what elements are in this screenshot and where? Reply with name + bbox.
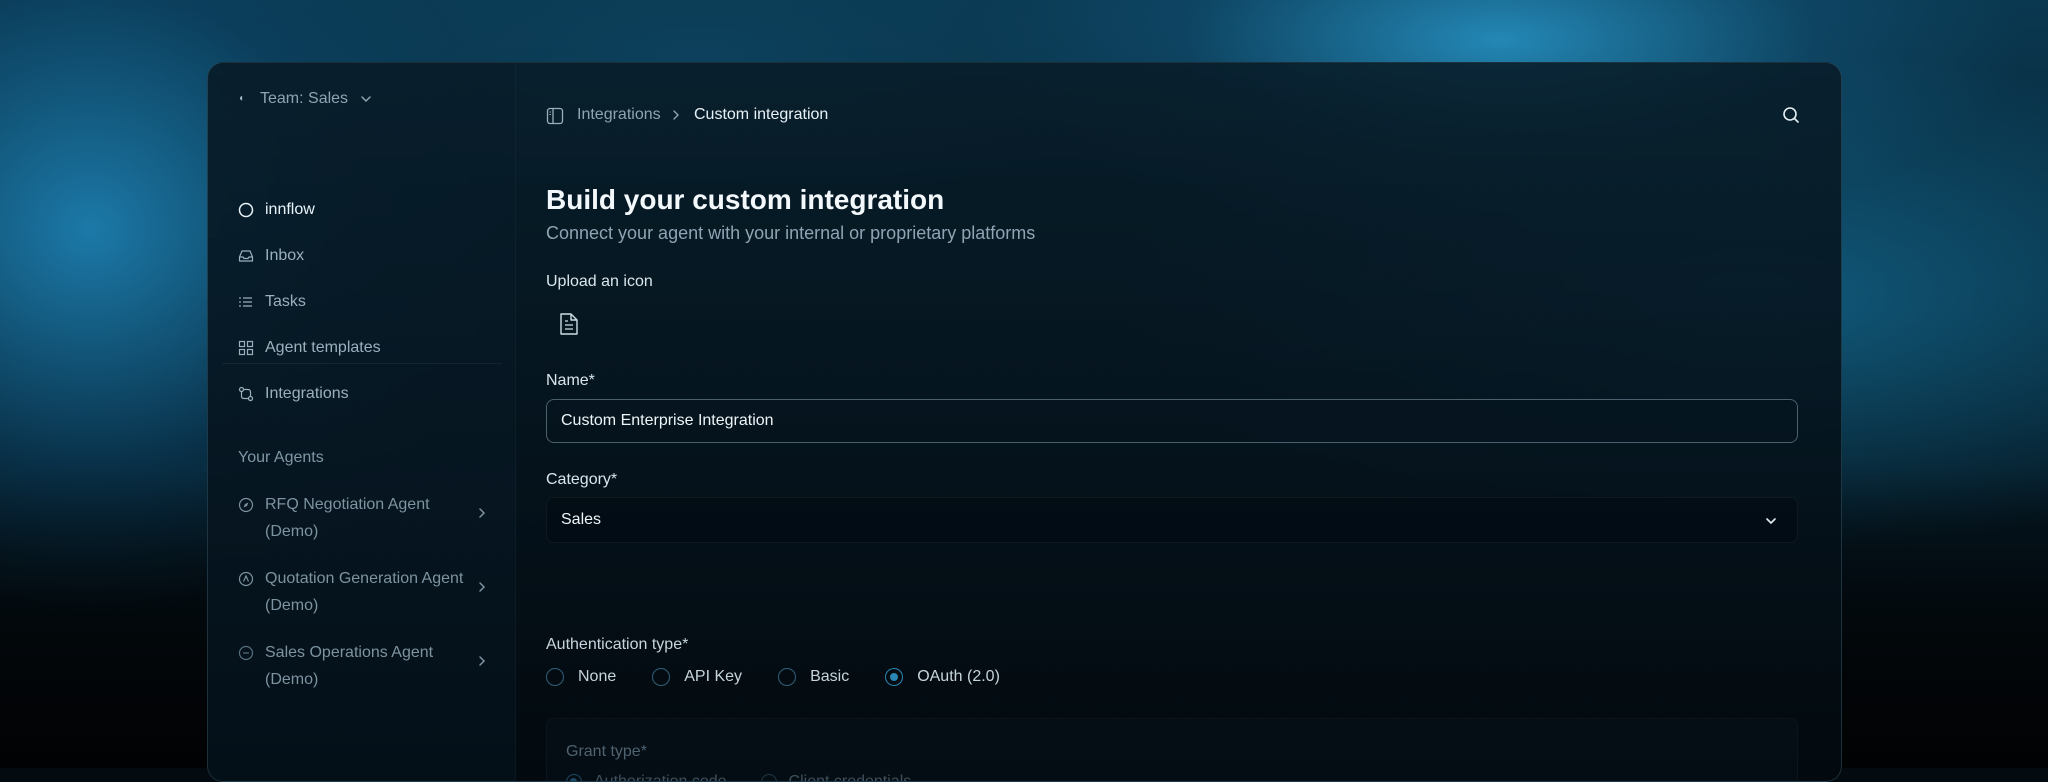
agents-section-label: Your Agents bbox=[238, 449, 324, 466]
auth-option-label: None bbox=[578, 668, 617, 685]
sidebar-item-innflow[interactable]: innflow bbox=[238, 198, 315, 222]
sidebar-item-label: Inbox bbox=[265, 247, 305, 264]
grant-option-label: Authorization code bbox=[594, 773, 727, 782]
sidebar-toggle-icon[interactable] bbox=[546, 107, 564, 125]
auth-option-label: OAuth (2.0) bbox=[917, 668, 1000, 685]
chevron-right-icon bbox=[479, 508, 486, 518]
radio-circle bbox=[652, 668, 671, 686]
auth-option-basic[interactable]: Basic bbox=[778, 668, 849, 686]
chevron-right-icon bbox=[479, 582, 486, 592]
chevron-right-icon bbox=[479, 656, 486, 666]
file-text-icon bbox=[560, 313, 578, 335]
radio-circle-selected bbox=[566, 774, 582, 781]
team-label: Team: Sales bbox=[260, 90, 349, 107]
upload-icon-button[interactable] bbox=[546, 301, 592, 347]
grant-type-panel: Grant type* Authorization code Client cr… bbox=[546, 718, 1798, 782]
chevron-right-icon bbox=[673, 110, 679, 120]
chevron-down-icon bbox=[361, 96, 371, 103]
category-value: Sales bbox=[561, 511, 602, 528]
auth-option-oauth[interactable]: OAuth (2.0) bbox=[885, 668, 1000, 686]
auth-option-api-key[interactable]: API Key bbox=[652, 668, 742, 686]
grant-option-client-credentials[interactable]: Client credentials bbox=[760, 773, 912, 782]
grant-type-radio-group: Authorization code Client credentials bbox=[566, 773, 945, 782]
auth-option-label: Basic bbox=[810, 668, 850, 685]
auth-type-label: Authentication type* bbox=[546, 636, 689, 653]
page-subtitle: Connect your agent with your internal or… bbox=[546, 223, 1036, 243]
breadcrumb-parent[interactable]: Integrations bbox=[577, 106, 661, 124]
name-field[interactable] bbox=[546, 399, 1798, 443]
agent-item-sales-operations[interactable]: Sales Operations Agent (Demo) bbox=[238, 639, 488, 693]
top-bar: Integrations Custom integration bbox=[516, 63, 1841, 153]
grid-icon bbox=[238, 340, 254, 356]
circle-icon bbox=[238, 202, 254, 218]
name-label: Name* bbox=[546, 372, 595, 389]
sidebar: ◖ Team: Sales innflow Inbox Tasks Agent … bbox=[208, 63, 516, 781]
auth-option-label: API Key bbox=[684, 668, 743, 685]
breadcrumb-current: Custom integration bbox=[694, 106, 829, 123]
sidebar-item-integrations[interactable]: Integrations bbox=[238, 382, 349, 406]
radio-circle-selected bbox=[885, 668, 904, 686]
list-icon bbox=[239, 297, 252, 307]
sidebar-item-label: Integrations bbox=[265, 385, 349, 402]
main-content: Integrations Custom integration Build yo… bbox=[516, 63, 1841, 781]
auth-type-radio-group: None API Key Basic OAuth (2.0) bbox=[546, 668, 1036, 686]
radio-circle bbox=[546, 668, 564, 686]
sidebar-item-label: Tasks bbox=[265, 293, 306, 310]
auth-option-none[interactable]: None bbox=[546, 668, 616, 686]
category-select[interactable]: Sales bbox=[546, 497, 1798, 543]
team-switcher[interactable]: ◖ Team: Sales bbox=[238, 90, 372, 108]
grant-type-label: Grant type* bbox=[566, 743, 647, 760]
dashed-circle-icon bbox=[238, 645, 254, 661]
page-title: Build your custom integration bbox=[546, 184, 945, 215]
sidebar-item-tasks[interactable]: Tasks bbox=[238, 290, 306, 314]
agent-name: RFQ Negotiation Agent (Demo) bbox=[265, 496, 430, 540]
category-label: Category* bbox=[546, 471, 618, 488]
compass-icon bbox=[238, 497, 254, 513]
sidebar-item-inbox[interactable]: Inbox bbox=[238, 244, 304, 268]
grant-option-label: Client credentials bbox=[788, 773, 912, 782]
grant-option-authorization-code[interactable]: Authorization code bbox=[566, 773, 727, 782]
sidebar-item-agent-templates[interactable]: Agent templates bbox=[238, 336, 381, 360]
inbox-icon bbox=[238, 250, 254, 262]
agent-item-quotation-generation[interactable]: Quotation Generation Agent (Demo) bbox=[238, 565, 488, 619]
sidebar-item-label: innflow bbox=[265, 201, 315, 218]
radio-circle bbox=[778, 668, 797, 686]
badge-icon bbox=[238, 571, 254, 587]
upload-icon-label: Upload an icon bbox=[546, 273, 653, 290]
sidebar-divider bbox=[222, 363, 502, 364]
agent-name: Sales Operations Agent (Demo) bbox=[265, 644, 434, 688]
sidebar-item-label: Agent templates bbox=[265, 339, 381, 356]
agent-name: Quotation Generation Agent (Demo) bbox=[265, 570, 464, 614]
git-compare-icon bbox=[238, 386, 254, 402]
app-window: ◖ Team: Sales innflow Inbox Tasks Agent … bbox=[207, 62, 1842, 782]
search-icon[interactable] bbox=[1781, 105, 1801, 125]
agent-item-rfq-negotiation[interactable]: RFQ Negotiation Agent (Demo) bbox=[238, 491, 488, 545]
radio-circle bbox=[760, 774, 777, 781]
team-icon: ◖ bbox=[238, 93, 245, 104]
chevron-down-icon bbox=[1766, 518, 1776, 525]
